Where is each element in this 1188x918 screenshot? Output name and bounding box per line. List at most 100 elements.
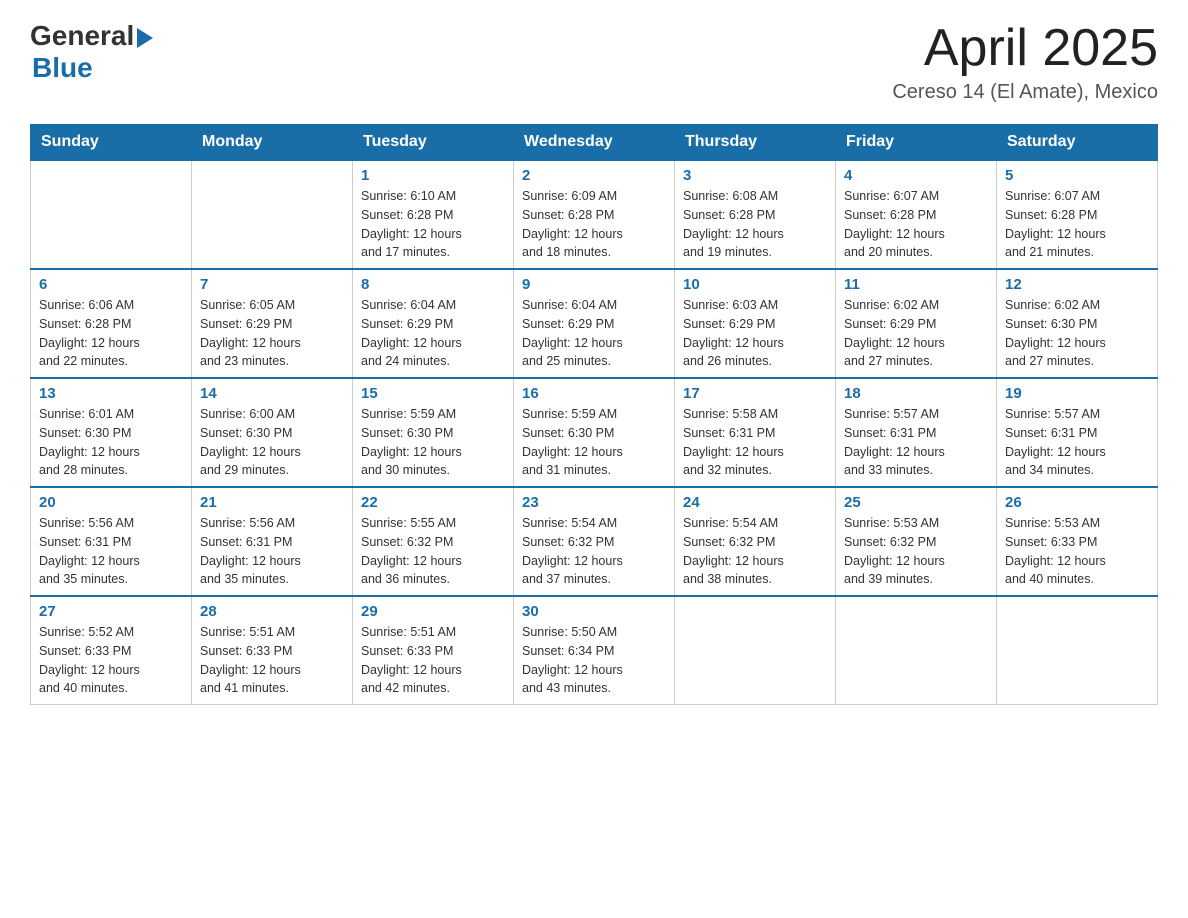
day-info: Sunrise: 6:09 AM Sunset: 6:28 PM Dayligh…: [522, 187, 666, 262]
day-cell: 17 Sunrise: 5:58 AM Sunset: 6:31 PM Dayli…: [675, 378, 836, 487]
day-number: 14: [200, 385, 344, 402]
header-sunday: Sunday: [31, 125, 192, 161]
day-cell: 9 Sunrise: 6:04 AM Sunset: 6:29 PM Daylig…: [514, 269, 675, 378]
header-thursday: Thursday: [675, 125, 836, 161]
day-info: Sunrise: 5:50 AM Sunset: 6:34 PM Dayligh…: [522, 623, 666, 698]
day-cell: 27 Sunrise: 5:52 AM Sunset: 6:33 PM Dayli…: [31, 596, 192, 705]
day-cell: 29 Sunrise: 5:51 AM Sunset: 6:33 PM Dayli…: [353, 596, 514, 705]
day-cell: 25Sunrise: 5:53 AM Sunset: 6:32 PM Dayli…: [836, 487, 997, 596]
day-cell: 30 Sunrise: 5:50 AM Sunset: 6:34 PM Dayli…: [514, 596, 675, 705]
day-info: Sunrise: 5:58 AM Sunset: 6:31 PM Dayligh…: [683, 405, 827, 480]
day-number: 21: [200, 494, 344, 511]
day-info: Sunrise: 6:08 AM Sunset: 6:28 PM Dayligh…: [683, 187, 827, 262]
day-number: 18: [844, 385, 988, 402]
calendar-table: Sunday Monday Tuesday Wednesday Thursday…: [30, 124, 1158, 705]
day-cell: 23Sunrise: 5:54 AM Sunset: 6:32 PM Dayli…: [514, 487, 675, 596]
week-row-2: 6Sunrise: 6:06 AM Sunset: 6:28 PM Daylig…: [31, 269, 1158, 378]
day-cell: 14 Sunrise: 6:00 AM Sunset: 6:30 PM Dayli…: [192, 378, 353, 487]
day-info: Sunrise: 6:04 AM Sunset: 6:29 PM Dayligh…: [522, 296, 666, 371]
day-number: 16: [522, 385, 666, 402]
day-info: Sunrise: 5:53 AM Sunset: 6:32 PM Dayligh…: [844, 514, 988, 589]
day-cell: [31, 160, 192, 269]
day-cell: 1Sunrise: 6:10 AM Sunset: 6:28 PM Daylig…: [353, 160, 514, 269]
day-cell: 8 Sunrise: 6:04 AM Sunset: 6:29 PM Daylig…: [353, 269, 514, 378]
day-cell: [836, 596, 997, 705]
day-cell: 3Sunrise: 6:08 AM Sunset: 6:28 PM Daylig…: [675, 160, 836, 269]
day-number: 8: [361, 276, 505, 293]
header-friday: Friday: [836, 125, 997, 161]
day-number: 30: [522, 603, 666, 620]
day-cell: 7Sunrise: 6:05 AM Sunset: 6:29 PM Daylig…: [192, 269, 353, 378]
day-number: 24: [683, 494, 827, 511]
day-cell: 10Sunrise: 6:03 AM Sunset: 6:29 PM Dayli…: [675, 269, 836, 378]
day-number: 28: [200, 603, 344, 620]
day-info: Sunrise: 6:03 AM Sunset: 6:29 PM Dayligh…: [683, 296, 827, 371]
calendar-title: April 2025: [892, 20, 1158, 77]
day-cell: [675, 596, 836, 705]
logo-blue-text: Blue: [32, 52, 93, 84]
day-number: 15: [361, 385, 505, 402]
day-number: 22: [361, 494, 505, 511]
day-info: Sunrise: 6:02 AM Sunset: 6:29 PM Dayligh…: [844, 296, 988, 371]
header-monday: Monday: [192, 125, 353, 161]
day-number: 26: [1005, 494, 1149, 511]
week-row-4: 20 Sunrise: 5:56 AM Sunset: 6:31 PM Dayli…: [31, 487, 1158, 596]
header-tuesday: Tuesday: [353, 125, 514, 161]
day-info: Sunrise: 5:59 AM Sunset: 6:30 PM Dayligh…: [361, 405, 505, 480]
day-cell: 16Sunrise: 5:59 AM Sunset: 6:30 PM Dayli…: [514, 378, 675, 487]
day-cell: 15 Sunrise: 5:59 AM Sunset: 6:30 PM Dayli…: [353, 378, 514, 487]
day-info: Sunrise: 5:52 AM Sunset: 6:33 PM Dayligh…: [39, 623, 183, 698]
day-number: 2: [522, 167, 666, 184]
title-section: April 2025 Cereso 14 (El Amate), Mexico: [892, 20, 1158, 104]
day-number: 4: [844, 167, 988, 184]
day-cell: 19 Sunrise: 5:57 AM Sunset: 6:31 PM Dayli…: [997, 378, 1158, 487]
logo-general-text: General: [30, 20, 134, 52]
day-info: Sunrise: 5:57 AM Sunset: 6:31 PM Dayligh…: [1005, 405, 1149, 480]
day-number: 20: [39, 494, 183, 511]
day-info: Sunrise: 5:51 AM Sunset: 6:33 PM Dayligh…: [200, 623, 344, 698]
day-number: 7: [200, 276, 344, 293]
day-info: Sunrise: 6:01 AM Sunset: 6:30 PM Dayligh…: [39, 405, 183, 480]
day-number: 17: [683, 385, 827, 402]
day-info: Sunrise: 5:53 AM Sunset: 6:33 PM Dayligh…: [1005, 514, 1149, 589]
day-number: 27: [39, 603, 183, 620]
day-info: Sunrise: 6:00 AM Sunset: 6:30 PM Dayligh…: [200, 405, 344, 480]
day-cell: 24 Sunrise: 5:54 AM Sunset: 6:32 PM Dayli…: [675, 487, 836, 596]
day-cell: 28 Sunrise: 5:51 AM Sunset: 6:33 PM Dayli…: [192, 596, 353, 705]
day-info: Sunrise: 5:51 AM Sunset: 6:33 PM Dayligh…: [361, 623, 505, 698]
day-number: 11: [844, 276, 988, 293]
day-cell: 6Sunrise: 6:06 AM Sunset: 6:28 PM Daylig…: [31, 269, 192, 378]
day-number: 12: [1005, 276, 1149, 293]
header-row: Sunday Monday Tuesday Wednesday Thursday…: [31, 125, 1158, 161]
logo-arrow-icon: [137, 28, 153, 48]
calendar-subtitle: Cereso 14 (El Amate), Mexico: [892, 81, 1158, 104]
day-info: Sunrise: 6:02 AM Sunset: 6:30 PM Dayligh…: [1005, 296, 1149, 371]
day-cell: 2 Sunrise: 6:09 AM Sunset: 6:28 PM Daylig…: [514, 160, 675, 269]
day-cell: 11 Sunrise: 6:02 AM Sunset: 6:29 PM Dayli…: [836, 269, 997, 378]
day-cell: 5Sunrise: 6:07 AM Sunset: 6:28 PM Daylig…: [997, 160, 1158, 269]
day-number: 9: [522, 276, 666, 293]
day-number: 13: [39, 385, 183, 402]
day-info: Sunrise: 6:07 AM Sunset: 6:28 PM Dayligh…: [844, 187, 988, 262]
day-info: Sunrise: 5:54 AM Sunset: 6:32 PM Dayligh…: [683, 514, 827, 589]
week-row-3: 13 Sunrise: 6:01 AM Sunset: 6:30 PM Dayli…: [31, 378, 1158, 487]
day-info: Sunrise: 5:55 AM Sunset: 6:32 PM Dayligh…: [361, 514, 505, 589]
week-row-1: 1Sunrise: 6:10 AM Sunset: 6:28 PM Daylig…: [31, 160, 1158, 269]
day-info: Sunrise: 5:56 AM Sunset: 6:31 PM Dayligh…: [200, 514, 344, 589]
day-number: 19: [1005, 385, 1149, 402]
day-number: 1: [361, 167, 505, 184]
page-header: General Blue April 2025 Cereso 14 (El Am…: [30, 20, 1158, 104]
header-wednesday: Wednesday: [514, 125, 675, 161]
day-number: 29: [361, 603, 505, 620]
day-info: Sunrise: 6:04 AM Sunset: 6:29 PM Dayligh…: [361, 296, 505, 371]
day-info: Sunrise: 5:54 AM Sunset: 6:32 PM Dayligh…: [522, 514, 666, 589]
day-cell: 21 Sunrise: 5:56 AM Sunset: 6:31 PM Dayli…: [192, 487, 353, 596]
day-cell: 22 Sunrise: 5:55 AM Sunset: 6:32 PM Dayli…: [353, 487, 514, 596]
day-cell: 12 Sunrise: 6:02 AM Sunset: 6:30 PM Dayli…: [997, 269, 1158, 378]
day-cell: 26 Sunrise: 5:53 AM Sunset: 6:33 PM Dayli…: [997, 487, 1158, 596]
logo: General Blue: [30, 20, 153, 84]
day-cell: 18Sunrise: 5:57 AM Sunset: 6:31 PM Dayli…: [836, 378, 997, 487]
day-cell: 13 Sunrise: 6:01 AM Sunset: 6:30 PM Dayli…: [31, 378, 192, 487]
day-info: Sunrise: 6:06 AM Sunset: 6:28 PM Dayligh…: [39, 296, 183, 371]
day-cell: 4 Sunrise: 6:07 AM Sunset: 6:28 PM Daylig…: [836, 160, 997, 269]
